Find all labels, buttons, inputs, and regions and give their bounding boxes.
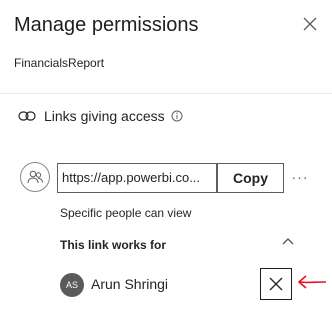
links-section-header: Links giving access (18, 108, 183, 124)
close-icon (269, 277, 283, 291)
annotation-arrow-icon (297, 275, 327, 289)
people-icon (27, 170, 43, 184)
access-description: Specific people can view (60, 206, 192, 220)
links-section-label: Links giving access (44, 108, 165, 124)
section-divider (0, 93, 332, 94)
link-url-field[interactable]: https://app.powerbi.co... (57, 163, 217, 193)
close-button[interactable] (298, 12, 322, 36)
more-options-button[interactable]: ··· (290, 168, 310, 186)
avatar: AS (60, 273, 84, 297)
remove-person-button[interactable] (260, 268, 292, 300)
link-works-for-label: This link works for (60, 238, 167, 252)
dialog-title: Manage permissions (14, 14, 199, 36)
info-icon[interactable] (171, 110, 183, 122)
report-name: FinancialsReport (14, 56, 105, 70)
manage-permissions-panel: Manage permissions FinancialsReport Link… (0, 0, 332, 334)
person-name: Arun Shringi (91, 276, 169, 292)
collapse-button[interactable] (279, 233, 297, 249)
copy-link-button[interactable]: Copy (217, 163, 284, 193)
link-chain-icon (18, 110, 36, 122)
close-icon (303, 17, 317, 31)
chevron-up-icon (282, 238, 294, 245)
people-link-avatar (20, 162, 50, 192)
